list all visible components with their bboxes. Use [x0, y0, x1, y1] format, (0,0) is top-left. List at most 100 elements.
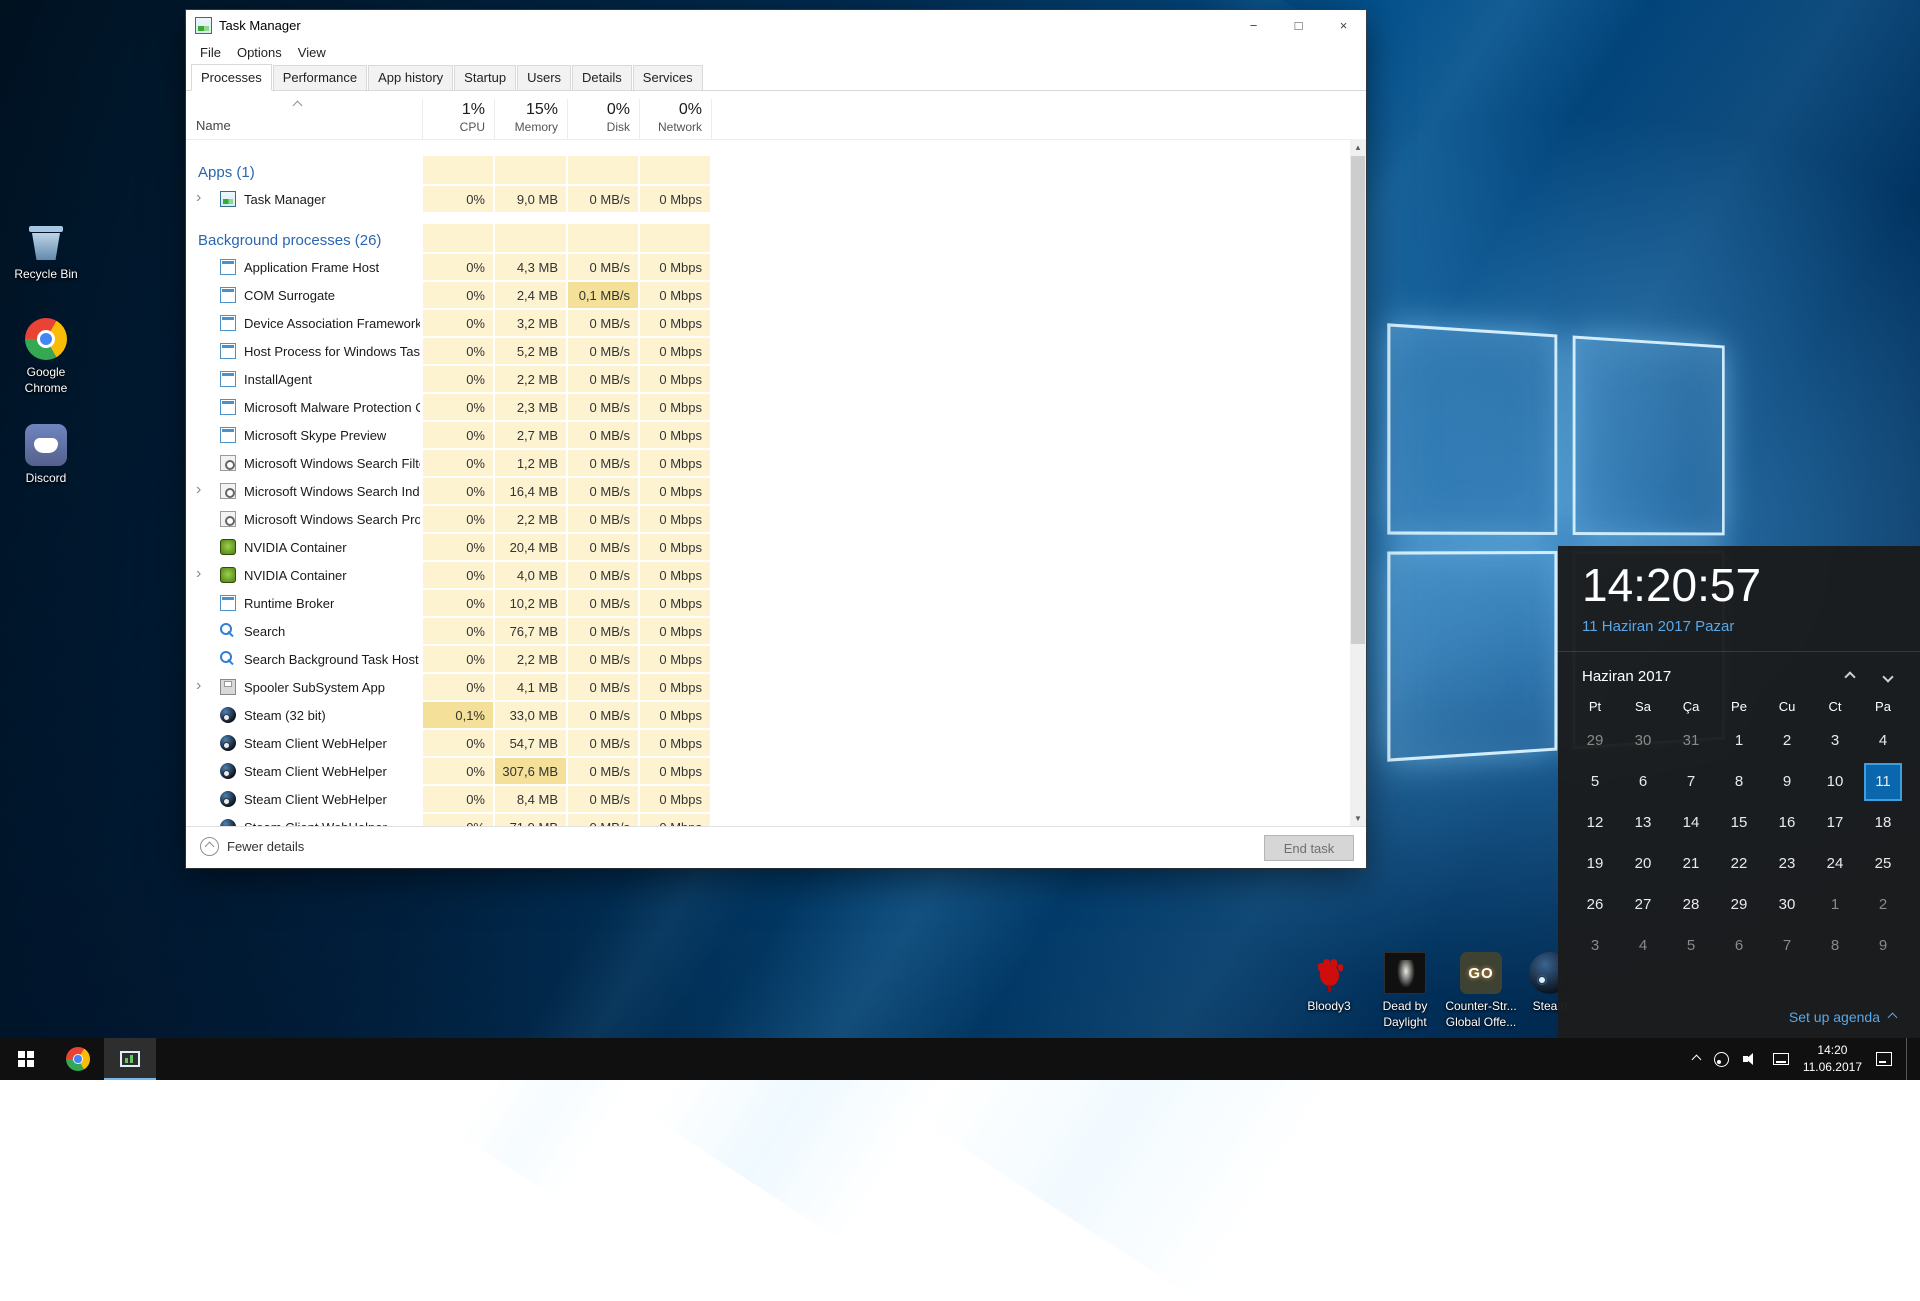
calendar-day[interactable]: 5	[1667, 925, 1715, 966]
desktop-icon-csgo[interactable]: GO Counter-Str... Global Offe...	[1443, 952, 1519, 1030]
tray-steam-icon[interactable]	[1714, 1052, 1729, 1067]
menu-view[interactable]: View	[290, 42, 334, 63]
expand-chevron-icon[interactable]: ›	[196, 677, 201, 695]
process-row[interactable]: Microsoft Windows Search Filte...0%1,2 M…	[186, 449, 1350, 477]
desktop-icon-recycle-bin[interactable]: Recycle Bin	[8, 220, 84, 283]
desktop-icon-dead-by-daylight[interactable]: Dead by Daylight	[1367, 952, 1443, 1030]
calendar-day[interactable]: 6	[1619, 761, 1667, 802]
calendar-day[interactable]: 2	[1763, 720, 1811, 761]
menu-options[interactable]: Options	[229, 42, 290, 63]
column-memory[interactable]: 15% Memory	[495, 101, 566, 134]
tab-performance[interactable]: Performance	[273, 65, 367, 91]
tab-users[interactable]: Users	[517, 65, 571, 91]
process-row[interactable]: Application Frame Host0%4,3 MB0 MB/s0 Mb…	[186, 253, 1350, 281]
process-row[interactable]: InstallAgent0%2,2 MB0 MB/s0 Mbps	[186, 365, 1350, 393]
process-row[interactable]: Microsoft Windows Search Prot...0%2,2 MB…	[186, 505, 1350, 533]
process-row[interactable]: ›NVIDIA Container0%4,0 MB0 MB/s0 Mbps	[186, 561, 1350, 589]
calendar-day[interactable]: 29	[1571, 720, 1619, 761]
process-row[interactable]: COM Surrogate0%2,4 MB0,1 MB/s0 Mbps	[186, 281, 1350, 309]
taskbar-chrome-button[interactable]	[52, 1038, 104, 1080]
clock-date[interactable]: 11 Haziran 2017 Pazar	[1582, 618, 1920, 635]
action-center-icon[interactable]	[1876, 1052, 1892, 1066]
column-name[interactable]: Name	[196, 118, 231, 133]
expand-chevron-icon[interactable]: ›	[196, 565, 201, 583]
tab-services[interactable]: Services	[633, 65, 703, 91]
process-row[interactable]: Steam Client WebHelper0%8,4 MB0 MB/s0 Mb…	[186, 785, 1350, 813]
process-group-header[interactable]: Background processes (26)	[186, 223, 1350, 253]
process-row[interactable]: Steam (32 bit)0,1%33,0 MB0 MB/s0 Mbps	[186, 701, 1350, 729]
calendar-month-label[interactable]: Haziran 2017	[1582, 668, 1816, 685]
calendar-day[interactable]: 5	[1571, 761, 1619, 802]
scrollbar-up-icon[interactable]: ▲	[1350, 139, 1366, 156]
calendar-day[interactable]: 4	[1619, 925, 1667, 966]
calendar-day[interactable]: 30	[1619, 720, 1667, 761]
taskbar-task-manager-button[interactable]	[104, 1038, 156, 1080]
calendar-day[interactable]: 17	[1811, 802, 1859, 843]
calendar-day[interactable]: 3	[1811, 720, 1859, 761]
column-network[interactable]: 0% Network	[640, 101, 710, 134]
tab-details[interactable]: Details	[572, 65, 632, 91]
expand-chevron-icon[interactable]: ›	[196, 481, 201, 499]
scrollbar-thumb[interactable]	[1351, 156, 1365, 644]
end-task-button[interactable]: End task	[1264, 835, 1354, 861]
process-row[interactable]: Host Process for Windows Tasks0%5,2 MB0 …	[186, 337, 1350, 365]
calendar-day[interactable]: 29	[1715, 884, 1763, 925]
desktop-icon-google-chrome[interactable]: Google Chrome	[8, 318, 84, 396]
calendar-day[interactable]: 9	[1763, 761, 1811, 802]
maximize-button[interactable]: □	[1276, 10, 1321, 40]
process-row[interactable]: Search0%76,7 MB0 MB/s0 Mbps	[186, 617, 1350, 645]
close-button[interactable]: ×	[1321, 10, 1366, 40]
calendar-day[interactable]: 9	[1859, 925, 1907, 966]
calendar-day[interactable]: 4	[1859, 720, 1907, 761]
column-disk[interactable]: 0% Disk	[568, 101, 638, 134]
taskbar-clock[interactable]: 14:20 11.06.2017	[1803, 1042, 1862, 1076]
calendar-day[interactable]: 11	[1859, 761, 1907, 802]
tab-processes[interactable]: Processes	[191, 64, 272, 91]
calendar-day[interactable]: 18	[1859, 802, 1907, 843]
process-row[interactable]: Microsoft Skype Preview0%2,7 MB0 MB/s0 M…	[186, 421, 1350, 449]
calendar-day[interactable]: 2	[1859, 884, 1907, 925]
tab-startup[interactable]: Startup	[454, 65, 516, 91]
scrollbar[interactable]: ▲ ▼	[1350, 139, 1366, 827]
tray-expand-icon[interactable]	[1693, 1050, 1700, 1068]
calendar-day[interactable]: 14	[1667, 802, 1715, 843]
column-divider[interactable]	[711, 99, 712, 139]
calendar-day[interactable]: 30	[1763, 884, 1811, 925]
tab-app-history[interactable]: App history	[368, 65, 453, 91]
minimize-button[interactable]: −	[1231, 10, 1276, 40]
calendar-day[interactable]: 31	[1667, 720, 1715, 761]
calendar-day[interactable]: 7	[1667, 761, 1715, 802]
process-group-header[interactable]: Apps (1)	[186, 155, 1350, 185]
calendar-day[interactable]: 23	[1763, 843, 1811, 884]
sort-ascending-icon[interactable]	[294, 97, 301, 112]
expand-chevron-icon[interactable]: ›	[196, 189, 201, 207]
calendar-day[interactable]: 3	[1571, 925, 1619, 966]
fewer-details-button[interactable]: Fewer details	[200, 837, 304, 856]
network-icon[interactable]	[1773, 1053, 1789, 1065]
process-row[interactable]: ›Spooler SubSystem App0%4,1 MB0 MB/s0 Mb…	[186, 673, 1350, 701]
calendar-day[interactable]: 19	[1571, 843, 1619, 884]
show-desktop-button[interactable]	[1906, 1038, 1912, 1080]
calendar-day[interactable]: 13	[1619, 802, 1667, 843]
process-row[interactable]: Steam Client WebHelper0%54,7 MB0 MB/s0 M…	[186, 729, 1350, 757]
calendar-day[interactable]: 1	[1811, 884, 1859, 925]
process-row[interactable]: Device Association Framework ...0%3,2 MB…	[186, 309, 1350, 337]
process-row[interactable]: Steam Client WebHelper0%71,9 MB0 MB/s0 M…	[186, 813, 1350, 827]
calendar-day[interactable]: 22	[1715, 843, 1763, 884]
calendar-day[interactable]: 15	[1715, 802, 1763, 843]
agenda-link[interactable]: Set up agenda	[1789, 1009, 1896, 1025]
process-row[interactable]: ›Task Manager0%9,0 MB0 MB/s0 Mbps	[186, 185, 1350, 213]
calendar-day[interactable]: 25	[1859, 843, 1907, 884]
calendar-day[interactable]: 8	[1715, 761, 1763, 802]
menu-file[interactable]: File	[192, 42, 229, 63]
process-row[interactable]: Steam Client WebHelper0%307,6 MB0 MB/s0 …	[186, 757, 1350, 785]
process-row[interactable]: NVIDIA Container0%20,4 MB0 MB/s0 Mbps	[186, 533, 1350, 561]
volume-icon[interactable]	[1743, 1052, 1759, 1066]
process-row[interactable]: Runtime Broker0%10,2 MB0 MB/s0 Mbps	[186, 589, 1350, 617]
calendar-prev-icon[interactable]	[1846, 673, 1854, 681]
process-row[interactable]: Microsoft Malware Protection C...0%2,3 M…	[186, 393, 1350, 421]
calendar-next-icon[interactable]	[1884, 673, 1892, 681]
calendar-day[interactable]: 12	[1571, 802, 1619, 843]
calendar-day[interactable]: 8	[1811, 925, 1859, 966]
calendar-day[interactable]: 24	[1811, 843, 1859, 884]
